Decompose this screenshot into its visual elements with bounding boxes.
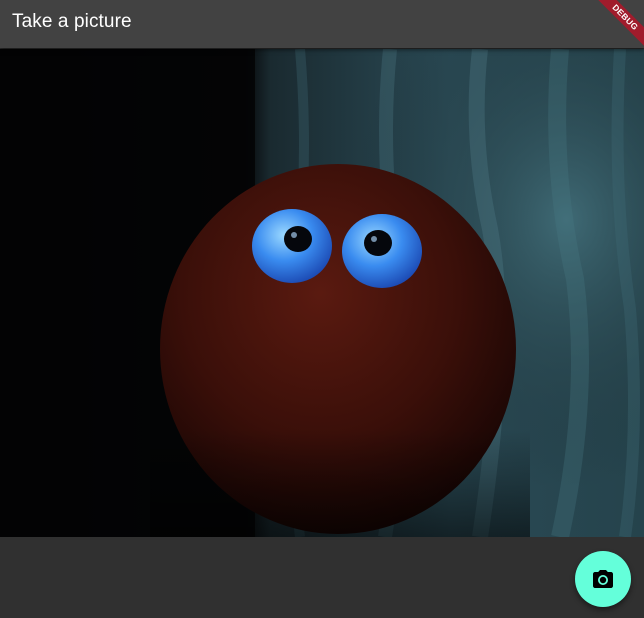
app-bar: Take a picture [0, 0, 644, 48]
page-title: Take a picture [12, 11, 132, 32]
capture-photo-button[interactable] [575, 551, 631, 607]
camera-icon [593, 570, 613, 588]
camera-preview [0, 49, 644, 537]
app-root: Take a picture DEBUG [0, 0, 644, 618]
bottom-area [0, 537, 644, 618]
camera-preview-image [0, 49, 644, 537]
